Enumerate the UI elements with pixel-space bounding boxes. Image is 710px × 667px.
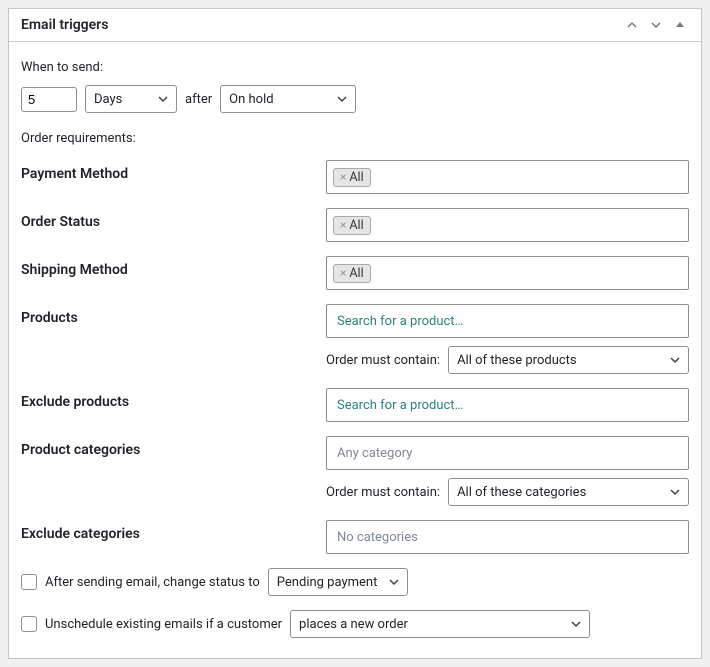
- exclude-categories-row: Exclude categories No categories: [21, 520, 689, 554]
- unschedule-checkbox[interactable]: [21, 616, 37, 632]
- remove-token-icon[interactable]: ×: [340, 266, 346, 280]
- shipping-method-row: Shipping Method ×All: [21, 256, 689, 290]
- exclude-products-search-input[interactable]: Search for a product…: [326, 388, 689, 422]
- chevron-down-icon: [158, 94, 168, 104]
- product-categories-label: Product categories: [21, 436, 326, 458]
- payment-method-input[interactable]: ×All: [326, 160, 689, 194]
- product-categories-input[interactable]: Any category: [326, 436, 689, 470]
- delay-amount-input[interactable]: [21, 87, 77, 112]
- product-categories-row: Product categories Any category Order mu…: [21, 436, 689, 506]
- products-search-input[interactable]: Search for a product…: [326, 304, 689, 338]
- remove-token-icon[interactable]: ×: [340, 218, 346, 232]
- unschedule-condition-value: places a new order: [299, 617, 408, 632]
- chevron-down-icon: [389, 577, 399, 587]
- unschedule-condition-select[interactable]: places a new order: [290, 610, 590, 638]
- panel-header: Email triggers: [9, 9, 701, 42]
- exclude-categories-placeholder: No categories: [337, 530, 418, 545]
- after-status-value: On hold: [229, 92, 273, 107]
- exclude-products-row: Exclude products Search for a product…: [21, 388, 689, 422]
- exclude-categories-label: Exclude categories: [21, 520, 326, 542]
- products-must-contain-label: Order must contain:: [326, 353, 440, 368]
- remove-token-icon[interactable]: ×: [340, 170, 346, 184]
- payment-method-row: Payment Method ×All: [21, 160, 689, 194]
- order-status-label: Order Status: [21, 208, 326, 230]
- products-search-placeholder: Search for a product…: [337, 314, 463, 329]
- delay-unit-select[interactable]: Days: [85, 85, 177, 113]
- delay-unit-value: Days: [94, 92, 122, 107]
- after-sending-status-select[interactable]: Pending payment: [268, 568, 408, 596]
- order-status-input[interactable]: ×All: [326, 208, 689, 242]
- after-sending-checkbox[interactable]: [21, 574, 37, 590]
- token-all[interactable]: ×All: [333, 216, 371, 235]
- exclude-categories-input[interactable]: No categories: [326, 520, 689, 554]
- payment-method-label: Payment Method: [21, 160, 326, 182]
- categories-must-contain-value: All of these categories: [457, 485, 586, 500]
- chevron-down-icon: [670, 355, 680, 365]
- categories-must-contain-row: Order must contain: All of these categor…: [326, 478, 689, 506]
- collapse-toggle-icon[interactable]: [675, 20, 689, 30]
- panel-title: Email triggers: [21, 17, 108, 33]
- token-all[interactable]: ×All: [333, 168, 371, 187]
- unschedule-label: Unschedule existing emails if a customer: [45, 617, 282, 632]
- panel-header-controls: [627, 20, 689, 30]
- move-up-icon[interactable]: [627, 20, 641, 30]
- after-sending-label: After sending email, change status to: [45, 575, 260, 590]
- after-sending-row: After sending email, change status to Pe…: [21, 568, 689, 596]
- chevron-down-icon: [571, 619, 581, 629]
- after-label: after: [185, 92, 212, 107]
- categories-must-contain-label: Order must contain:: [326, 485, 440, 500]
- order-status-row: Order Status ×All: [21, 208, 689, 242]
- products-must-contain-row: Order must contain: All of these product…: [326, 346, 689, 374]
- exclude-products-label: Exclude products: [21, 388, 326, 410]
- order-requirements-heading: Order requirements:: [21, 131, 689, 146]
- when-to-send-row: Days after On hold: [21, 85, 689, 113]
- when-to-send-heading: When to send:: [21, 60, 689, 75]
- shipping-method-input[interactable]: ×All: [326, 256, 689, 290]
- products-row: Products Search for a product… Order mus…: [21, 304, 689, 374]
- products-label: Products: [21, 304, 326, 326]
- chevron-down-icon: [670, 487, 680, 497]
- token-all[interactable]: ×All: [333, 264, 371, 283]
- after-sending-status-value: Pending payment: [277, 575, 378, 590]
- panel-body: When to send: Days after On hold Order r…: [9, 42, 701, 658]
- email-triggers-panel: Email triggers When to send: Days after …: [8, 8, 702, 659]
- exclude-products-placeholder: Search for a product…: [337, 398, 463, 413]
- product-categories-placeholder: Any category: [337, 446, 412, 461]
- chevron-down-icon: [337, 94, 347, 104]
- move-down-icon[interactable]: [651, 20, 665, 30]
- categories-must-contain-select[interactable]: All of these categories: [448, 478, 689, 506]
- products-must-contain-value: All of these products: [457, 353, 577, 368]
- shipping-method-label: Shipping Method: [21, 256, 326, 278]
- products-must-contain-select[interactable]: All of these products: [448, 346, 689, 374]
- after-status-select[interactable]: On hold: [220, 85, 356, 113]
- unschedule-row: Unschedule existing emails if a customer…: [21, 610, 689, 638]
